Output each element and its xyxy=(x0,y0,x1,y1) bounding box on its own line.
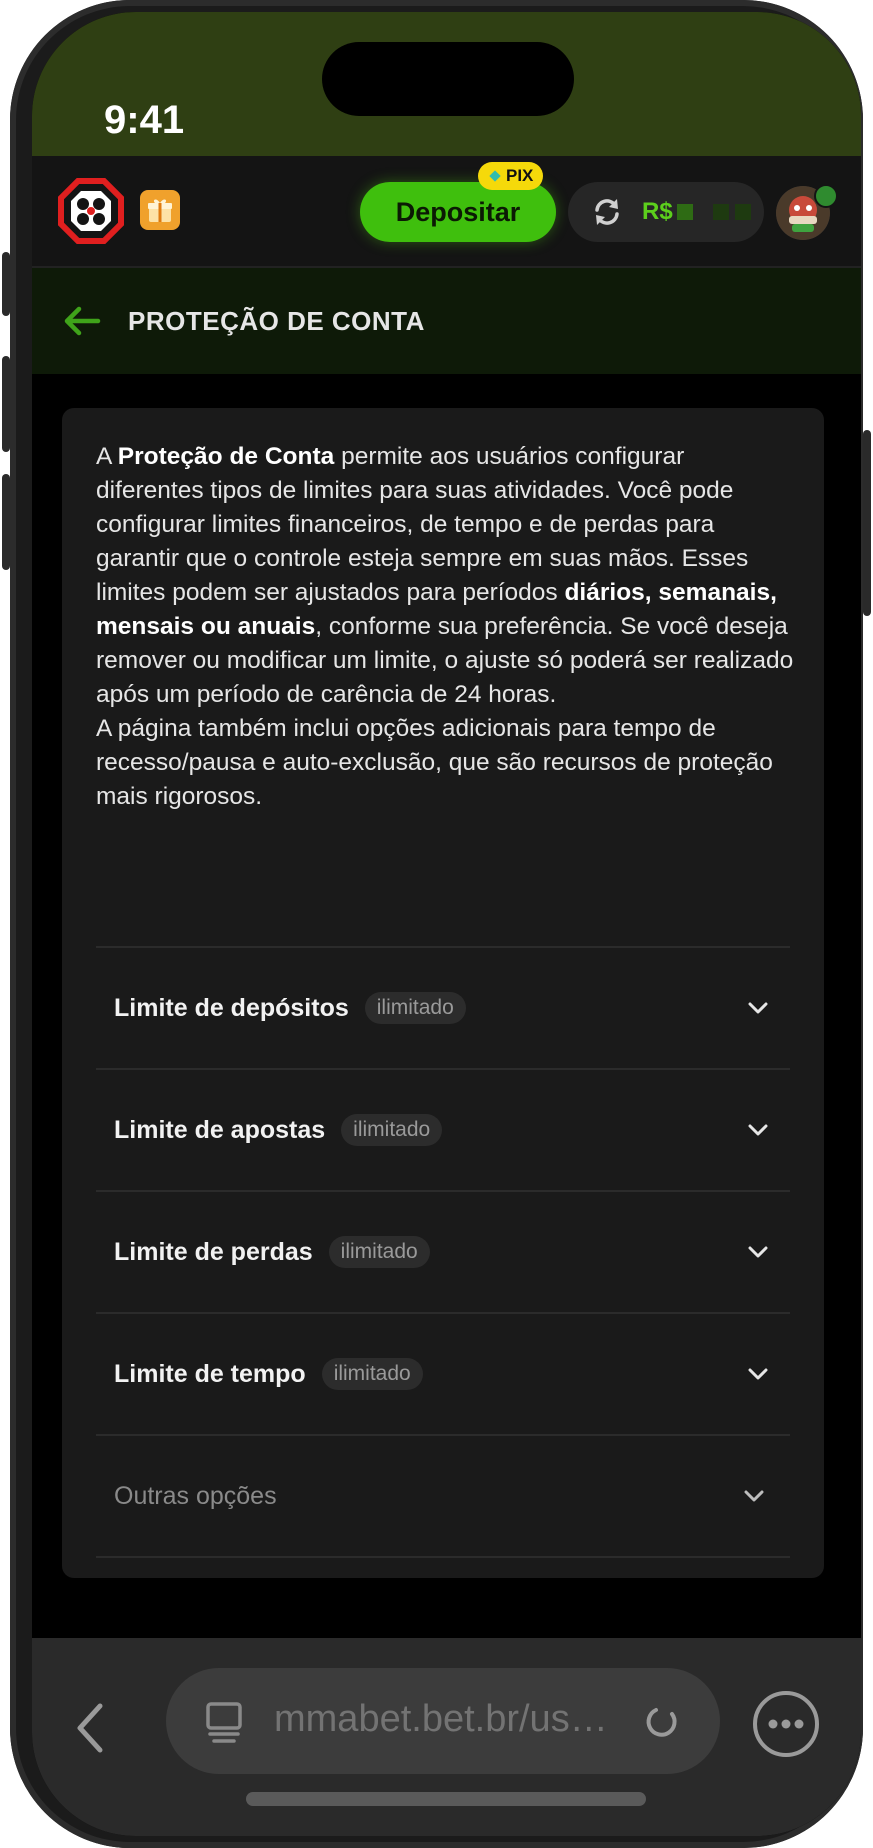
chevron-down-icon[interactable] xyxy=(742,1484,766,1508)
page-title-bar: PROTEÇÃO DE CONTA xyxy=(32,268,861,374)
intro-text: A Proteção de Conta permite aos usuários… xyxy=(96,440,796,814)
chevron-down-icon[interactable] xyxy=(746,1240,770,1264)
page-settings-icon[interactable] xyxy=(202,1700,246,1744)
url-text: mmabet.bet.br/us… xyxy=(274,1698,608,1740)
silent-switch xyxy=(2,252,10,316)
accordion-deposit-limit[interactable]: Limite de depósitos ilimitado xyxy=(96,946,790,1068)
pix-badge: PIX xyxy=(478,162,544,190)
power-button xyxy=(863,430,871,616)
more-options-icon[interactable] xyxy=(752,1690,820,1758)
status-bar: 9:41 xyxy=(32,12,861,156)
accordion-label: Limite de apostas xyxy=(114,1115,326,1144)
accordion-label: Limite de depósitos xyxy=(114,993,349,1022)
page-title: PROTEÇÃO DE CONTA xyxy=(128,306,425,336)
accordion-loss-limit[interactable]: Limite de perdas ilimitado xyxy=(96,1190,790,1312)
chevron-down-icon[interactable] xyxy=(746,996,770,1020)
user-status-icon xyxy=(814,184,838,208)
phone-frame: 9:41 Depositar PIX R$ PROTEÇÃO DE CONTA … xyxy=(2,0,871,1848)
screen: 9:41 Depositar PIX R$ PROTEÇÃO DE CONTA … xyxy=(32,12,861,1836)
back-arrow-icon[interactable] xyxy=(62,304,102,338)
accordion-label: Limite de perdas xyxy=(114,1237,313,1266)
browser-toolbar: mmabet.bet.br/us… xyxy=(32,1638,861,1836)
dynamic-island xyxy=(322,42,574,116)
volume-up-button xyxy=(2,356,10,452)
masked-balance xyxy=(676,204,751,220)
accordion-time-limit[interactable]: Limite de tempo ilimitado xyxy=(96,1312,790,1434)
chevron-down-icon[interactable] xyxy=(746,1362,770,1386)
intro-paragraph-1: A Proteção de Conta permite aos usuários… xyxy=(96,443,794,708)
status-badge: ilimitado xyxy=(341,1114,443,1146)
logo-icon[interactable] xyxy=(58,178,124,244)
status-badge: ilimitado xyxy=(328,1236,430,1268)
intro-paragraph-2: A página também inclui opções adicionais… xyxy=(96,715,773,810)
volume-down-button xyxy=(2,474,10,570)
gift-icon[interactable] xyxy=(140,190,180,230)
accordion-label: Limite de tempo xyxy=(114,1359,306,1388)
status-time: 9:41 xyxy=(104,98,185,142)
balance-pill[interactable]: R$ xyxy=(568,182,764,242)
address-bar[interactable]: mmabet.bet.br/us… xyxy=(166,1668,720,1774)
pix-icon xyxy=(489,170,501,182)
pix-label: PIX xyxy=(506,166,534,185)
accordion-bet-limit[interactable]: Limite de apostas ilimitado xyxy=(96,1068,790,1190)
home-indicator xyxy=(246,1792,646,1806)
status-badge: ilimitado xyxy=(321,1358,423,1390)
accordion-label: Outras opções xyxy=(114,1481,277,1510)
account-protection-card: A Proteção de Conta permite aos usuários… xyxy=(62,408,824,1578)
deposit-button[interactable]: Depositar xyxy=(360,182,556,242)
refresh-icon[interactable] xyxy=(590,195,624,229)
status-badge: ilimitado xyxy=(364,992,466,1024)
reload-icon[interactable] xyxy=(642,1702,682,1742)
browser-back-icon[interactable] xyxy=(72,1700,108,1756)
accordion-other-options[interactable]: Outras opções xyxy=(96,1434,790,1558)
limits-accordion: Limite de depósitos ilimitado Limite de … xyxy=(96,946,790,1558)
app-header: Depositar PIX R$ xyxy=(32,156,861,268)
currency-label: R$ xyxy=(642,198,673,225)
chevron-down-icon[interactable] xyxy=(746,1118,770,1142)
